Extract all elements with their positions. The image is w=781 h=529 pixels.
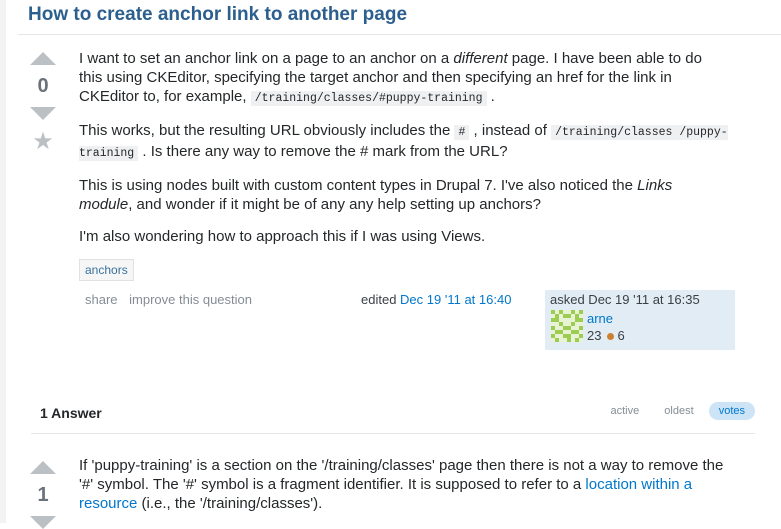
answer-sort-tabs: active oldest votes — [598, 402, 755, 420]
question-paragraph-3: This is using nodes built with custom co… — [79, 176, 729, 214]
tag-anchors[interactable]: anchors — [79, 259, 134, 281]
upvote-arrow-icon[interactable] — [30, 52, 56, 65]
downvote-arrow-icon[interactable] — [30, 107, 56, 120]
question-page: How to create anchor link to another pag… — [0, 0, 781, 529]
answer-paragraph: If 'puppy-training' is a section on the … — [79, 456, 729, 513]
tag-list: anchors — [79, 259, 729, 281]
question-vote-count: 0 — [37, 75, 49, 97]
answers-count-heading: 1 Answer — [40, 405, 102, 421]
improve-question-link[interactable]: improve this question — [129, 292, 252, 307]
text-run: (i.e., the '/training/classes'). — [137, 495, 323, 512]
question-vote-cell: 0 ★ — [28, 52, 58, 154]
upvote-arrow-icon[interactable] — [30, 461, 56, 474]
text-run: , instead of — [469, 122, 552, 139]
inline-code: # — [454, 125, 470, 140]
share-link[interactable]: share — [85, 292, 118, 307]
owner-name-link[interactable]: arne — [587, 311, 613, 326]
text-run: , and wonder if it might be of any any h… — [128, 196, 541, 213]
text-run: This works, but the resulting URL obviou… — [79, 122, 455, 139]
identicon-avatar[interactable] — [551, 310, 583, 342]
question-paragraph-2: This works, but the resulting URL obviou… — [79, 121, 729, 163]
owner-reputation: 23 6 — [587, 328, 625, 343]
answers-divider — [31, 433, 755, 434]
bronze-badge-count: 6 — [617, 328, 625, 343]
answer-vote-cell: 1 — [28, 461, 58, 529]
edited-info: edited Dec 19 '11 at 16:40 — [361, 292, 511, 307]
post-menu: share improve this question — [85, 292, 260, 307]
favorite-star-icon[interactable]: ★ — [28, 130, 58, 154]
tab-active[interactable]: active — [600, 402, 649, 420]
answer-vote-count: 1 — [37, 484, 49, 506]
tab-oldest[interactable]: oldest — [654, 402, 703, 420]
question-paragraph-4: I'm also wondering how to approach this … — [79, 228, 486, 245]
text-run: This is using nodes built with custom co… — [79, 177, 638, 194]
reputation-score: 23 — [587, 328, 602, 343]
title-divider — [18, 34, 781, 35]
answer-body: If 'puppy-training' is a section on the … — [79, 456, 729, 526]
asked-date: asked Dec 19 '11 at 16:35 — [550, 292, 700, 307]
text-run: I want to set an anchor link on a page t… — [79, 50, 454, 67]
question-paragraph-1: I want to set an anchor link on a page t… — [79, 49, 729, 108]
emphasis-text: different — [453, 50, 508, 67]
inline-code: /training/classes/#puppy-training — [250, 91, 487, 106]
bronze-badge-icon — [607, 332, 615, 340]
question-title[interactable]: How to create anchor link to another pag… — [28, 4, 407, 26]
edited-label: edited — [361, 292, 397, 307]
left-rail — [0, 0, 6, 523]
text-run: . — [486, 88, 495, 105]
owner-card: asked Dec 19 '11 at 16:35 arne 23 6 — [545, 290, 735, 350]
edited-date-link[interactable]: Dec 19 '11 at 16:40 — [400, 292, 511, 307]
question-body: I want to set an anchor link on a page t… — [79, 49, 729, 281]
tab-votes[interactable]: votes — [708, 402, 755, 420]
text-run: . Is there any way to remove the # mark … — [138, 143, 508, 160]
